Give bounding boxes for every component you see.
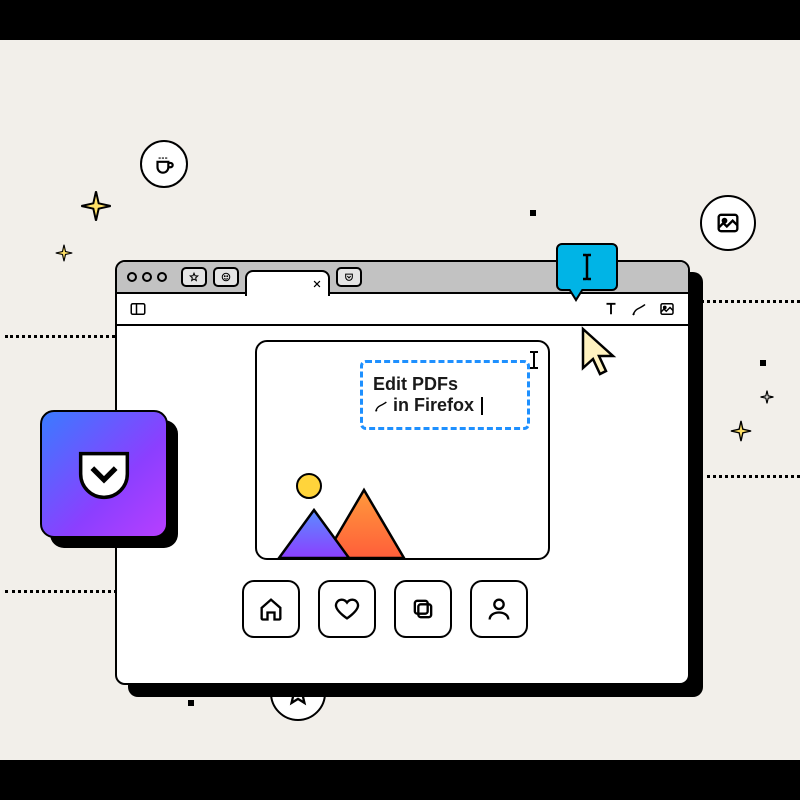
mountains-illustration <box>269 480 429 560</box>
toolbar <box>117 294 688 326</box>
image-circle-icon <box>700 195 756 251</box>
text-cursor-icon <box>575 252 599 282</box>
favorite-button[interactable] <box>318 580 376 638</box>
tab-emoji[interactable] <box>213 267 239 287</box>
sidebar-icon[interactable] <box>129 300 147 318</box>
draw-tool-icon[interactable] <box>630 300 648 318</box>
tab-star[interactable] <box>181 267 207 287</box>
window-control[interactable] <box>142 272 152 282</box>
home-button[interactable] <box>242 580 300 638</box>
profile-button[interactable] <box>470 580 528 638</box>
edit-line-1: Edit PDFs <box>373 374 527 395</box>
text-tool-icon[interactable] <box>602 300 620 318</box>
image-tool-icon[interactable] <box>658 300 676 318</box>
text-cursor <box>481 397 483 415</box>
window-control[interactable] <box>127 272 137 282</box>
sparkle-icon <box>730 420 752 442</box>
edit-line-2: in Firefox <box>393 395 474 416</box>
edit-text-box[interactable]: Edit PDFs in Firefox <box>360 360 530 430</box>
close-icon[interactable] <box>312 279 322 289</box>
coffee-icon <box>140 140 188 188</box>
sparkle-icon <box>80 190 112 222</box>
pocket-card[interactable] <box>40 410 168 538</box>
pocket-icon <box>69 439 139 509</box>
sparkle-icon <box>760 390 774 404</box>
cursor-icon <box>578 326 620 378</box>
text-tool-tooltip <box>556 243 618 291</box>
content-preview-card: Edit PDFs in Firefox <box>255 340 550 560</box>
tab-pocket[interactable] <box>336 267 362 287</box>
copy-button[interactable] <box>394 580 452 638</box>
window-control[interactable] <box>157 272 167 282</box>
pen-icon <box>373 398 389 414</box>
active-tab[interactable] <box>245 270 330 296</box>
sparkle-icon <box>55 244 73 262</box>
